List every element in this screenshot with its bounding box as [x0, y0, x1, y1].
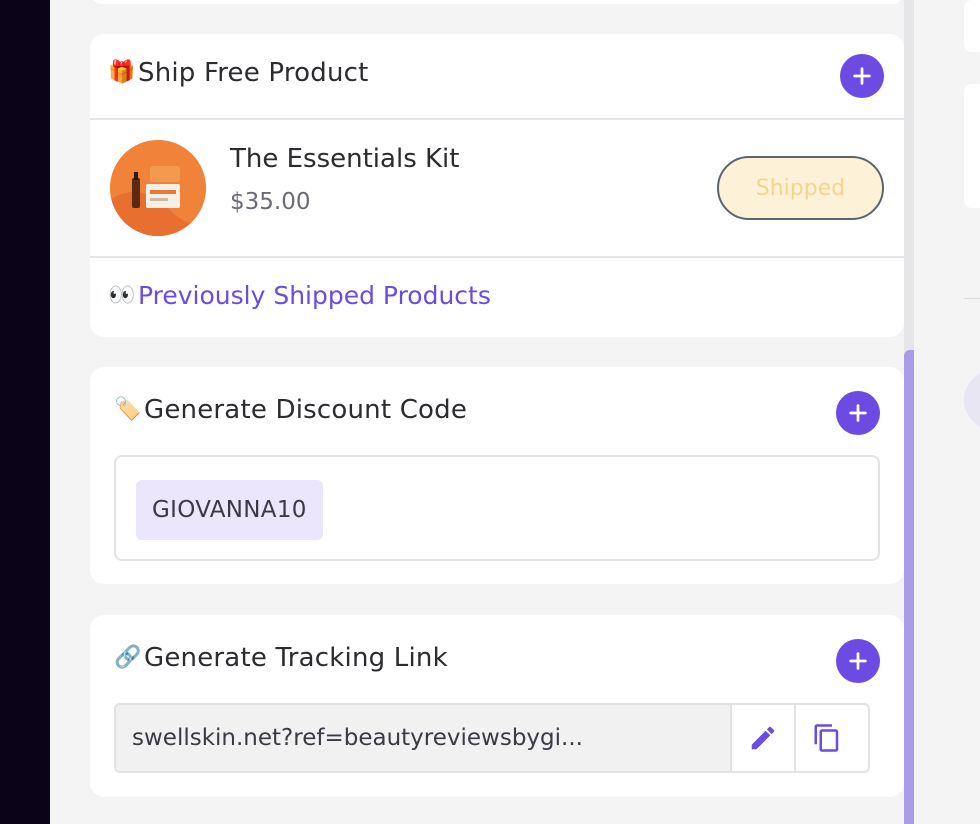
product-price: $35.00: [230, 189, 311, 215]
divider: [90, 256, 904, 258]
pencil-icon: [751, 726, 775, 750]
scrollbar-thumb[interactable]: [904, 350, 914, 824]
plus-icon: [849, 652, 867, 670]
tag-icon: 🏷️: [114, 397, 142, 422]
product-name: The Essentials Kit: [230, 144, 460, 174]
copy-icon: [814, 724, 839, 752]
right-card: [964, 0, 980, 52]
app-left-rail: [0, 0, 50, 824]
discount-code-card: 🏷️Generate Discount Code GIOVANNA10: [90, 367, 904, 584]
discount-card-title: 🏷️Generate Discount Code: [114, 395, 468, 425]
right-card: [964, 84, 980, 208]
eyes-icon: 👀: [108, 283, 136, 308]
tracking-link-row: swellskin.net?ref=beautyreviewsbygi...: [114, 703, 870, 773]
product-image: [110, 140, 206, 236]
divider: [90, 118, 904, 120]
previous-card: [90, 0, 904, 4]
gift-icon: 🎁: [108, 60, 136, 85]
discount-code-chip[interactable]: GIOVANNA10: [136, 480, 323, 540]
ship-free-product-card: 🎁Ship Free Product The Essentials Kit $3…: [90, 34, 904, 337]
discount-code-list: GIOVANNA10: [114, 455, 880, 561]
right-divider: [964, 298, 980, 299]
plus-icon: [849, 404, 867, 422]
tracking-card-title: 🔗Generate Tracking Link: [114, 643, 448, 673]
copy-link-button[interactable]: [794, 705, 858, 771]
add-free-product-button[interactable]: [840, 54, 884, 98]
shipped-status-button[interactable]: Shipped: [717, 156, 884, 220]
ship-card-title: 🎁Ship Free Product: [108, 58, 369, 88]
add-discount-code-button[interactable]: [836, 391, 880, 435]
add-tracking-link-button[interactable]: [836, 639, 880, 683]
tracking-link-field[interactable]: swellskin.net?ref=beautyreviewsbygi...: [116, 705, 730, 771]
edit-link-button[interactable]: [730, 705, 794, 771]
plus-icon: [853, 67, 871, 85]
previously-shipped-link[interactable]: 👀 Previously Shipped Products: [108, 281, 491, 310]
link-icon: 🔗: [114, 645, 142, 670]
tracking-link-card: 🔗Generate Tracking Link swellskin.net?re…: [90, 615, 904, 797]
